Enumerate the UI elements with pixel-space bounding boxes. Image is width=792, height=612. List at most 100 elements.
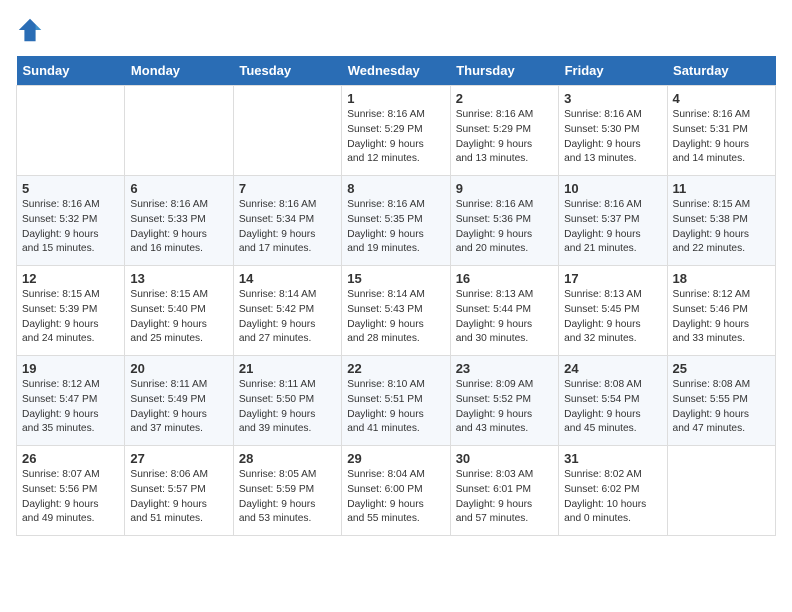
day-number: 13 [130, 271, 227, 286]
day-detail: Sunrise: 8:13 AM Sunset: 5:45 PM Dayligh… [564, 288, 661, 347]
weekday-header-thursday: Thursday [450, 56, 558, 86]
day-detail: Sunrise: 8:16 AM Sunset: 5:29 PM Dayligh… [456, 108, 553, 167]
calendar-cell-2-3: 15 Sunrise: 8:14 AM Sunset: 5:43 PM Dayli… [342, 266, 450, 356]
day-number: 27 [130, 451, 227, 466]
day-number: 26 [22, 451, 119, 466]
weekday-header-sunday: Sunday [17, 56, 125, 86]
weekday-header-monday: Monday [125, 56, 233, 86]
calendar-cell-1-1: 6 Sunrise: 8:16 AM Sunset: 5:33 PM Daylig… [125, 176, 233, 266]
day-detail: Sunrise: 8:15 AM Sunset: 5:40 PM Dayligh… [130, 288, 227, 347]
day-detail: Sunrise: 8:16 AM Sunset: 5:31 PM Dayligh… [673, 108, 770, 167]
day-number: 22 [347, 361, 444, 376]
day-number: 7 [239, 181, 336, 196]
day-detail: Sunrise: 8:16 AM Sunset: 5:36 PM Dayligh… [456, 198, 553, 257]
day-detail: Sunrise: 8:16 AM Sunset: 5:33 PM Dayligh… [130, 198, 227, 257]
day-number: 3 [564, 91, 661, 106]
calendar-cell-0-5: 3Sunrise: 8:16 AM Sunset: 5:30 PM Daylig… [559, 86, 667, 176]
calendar-cell-3-2: 21 Sunrise: 8:11 AM Sunset: 5:50 PM Dayli… [233, 356, 341, 446]
day-detail: Sunrise: 8:16 AM Sunset: 5:34 PM Dayligh… [239, 198, 336, 257]
day-number: 9 [456, 181, 553, 196]
day-detail: Sunrise: 8:15 AM Sunset: 5:38 PM Dayligh… [673, 198, 770, 257]
day-detail: Sunrise: 8:11 AM Sunset: 5:50 PM Dayligh… [239, 378, 336, 437]
day-detail: Sunrise: 8:11 AM Sunset: 5:49 PM Dayligh… [130, 378, 227, 437]
calendar-cell-3-4: 23 Sunrise: 8:09 AM Sunset: 5:52 PM Dayli… [450, 356, 558, 446]
day-detail: Sunrise: 8:16 AM Sunset: 5:35 PM Dayligh… [347, 198, 444, 257]
calendar-cell-1-5: 10 Sunrise: 8:16 AM Sunset: 5:37 PM Dayli… [559, 176, 667, 266]
calendar-cell-2-4: 16 Sunrise: 8:13 AM Sunset: 5:44 PM Dayli… [450, 266, 558, 356]
calendar-cell-3-0: 19Sunrise: 8:12 AM Sunset: 5:47 PM Dayli… [17, 356, 125, 446]
calendar-cell-2-1: 13 Sunrise: 8:15 AM Sunset: 5:40 PM Dayli… [125, 266, 233, 356]
calendar-cell-3-3: 22 Sunrise: 8:10 AM Sunset: 5:51 PM Dayli… [342, 356, 450, 446]
day-detail: Sunrise: 8:05 AM Sunset: 5:59 PM Dayligh… [239, 468, 336, 527]
logo-icon [16, 16, 44, 44]
day-detail: Sunrise: 8:12 AM Sunset: 5:46 PM Dayligh… [673, 288, 770, 347]
day-number: 6 [130, 181, 227, 196]
calendar-cell-1-2: 7 Sunrise: 8:16 AM Sunset: 5:34 PM Daylig… [233, 176, 341, 266]
day-number: 14 [239, 271, 336, 286]
calendar-cell-1-0: 5 Sunrise: 8:16 AM Sunset: 5:32 PM Daylig… [17, 176, 125, 266]
calendar-cell-0-6: 4 Sunrise: 8:16 AM Sunset: 5:31 PM Daylig… [667, 86, 775, 176]
calendar-cell-0-0 [17, 86, 125, 176]
calendar-cell-2-6: 18 Sunrise: 8:12 AM Sunset: 5:46 PM Dayli… [667, 266, 775, 356]
day-number: 12 [22, 271, 119, 286]
calendar-table: SundayMondayTuesdayWednesdayThursdayFrid… [16, 56, 776, 536]
weekday-header-friday: Friday [559, 56, 667, 86]
day-number: 20 [130, 361, 227, 376]
day-number: 15 [347, 271, 444, 286]
calendar-cell-1-3: 8 Sunrise: 8:16 AM Sunset: 5:35 PM Daylig… [342, 176, 450, 266]
calendar-cell-2-2: 14 Sunrise: 8:14 AM Sunset: 5:42 PM Dayli… [233, 266, 341, 356]
calendar-cell-4-3: 29 Sunrise: 8:04 AM Sunset: 6:00 PM Dayli… [342, 446, 450, 536]
day-detail: Sunrise: 8:10 AM Sunset: 5:51 PM Dayligh… [347, 378, 444, 437]
day-number: 18 [673, 271, 770, 286]
day-detail: Sunrise: 8:15 AM Sunset: 5:39 PM Dayligh… [22, 288, 119, 347]
day-number: 17 [564, 271, 661, 286]
day-detail: Sunrise: 8:08 AM Sunset: 5:55 PM Dayligh… [673, 378, 770, 437]
calendar-cell-0-3: 1 Sunrise: 8:16 AM Sunset: 5:29 PM Daylig… [342, 86, 450, 176]
calendar-cell-0-4: 2 Sunrise: 8:16 AM Sunset: 5:29 PM Daylig… [450, 86, 558, 176]
calendar-cell-4-2: 28Sunrise: 8:05 AM Sunset: 5:59 PM Dayli… [233, 446, 341, 536]
day-number: 25 [673, 361, 770, 376]
day-detail: Sunrise: 8:16 AM Sunset: 5:37 PM Dayligh… [564, 198, 661, 257]
calendar-cell-2-5: 17 Sunrise: 8:13 AM Sunset: 5:45 PM Dayli… [559, 266, 667, 356]
day-number: 4 [673, 91, 770, 106]
day-number: 24 [564, 361, 661, 376]
day-number: 21 [239, 361, 336, 376]
day-detail: Sunrise: 8:16 AM Sunset: 5:29 PM Dayligh… [347, 108, 444, 167]
day-number: 10 [564, 181, 661, 196]
calendar-cell-2-0: 12 Sunrise: 8:15 AM Sunset: 5:39 PM Dayli… [17, 266, 125, 356]
page-header [16, 16, 776, 44]
calendar-cell-4-0: 26 Sunrise: 8:07 AM Sunset: 5:56 PM Dayli… [17, 446, 125, 536]
calendar-cell-4-5: 31 Sunrise: 8:02 AM Sunset: 6:02 PM Dayli… [559, 446, 667, 536]
calendar-cell-4-1: 27 Sunrise: 8:06 AM Sunset: 5:57 PM Dayli… [125, 446, 233, 536]
weekday-header-wednesday: Wednesday [342, 56, 450, 86]
day-detail: Sunrise: 8:16 AM Sunset: 5:32 PM Dayligh… [22, 198, 119, 257]
calendar-cell-0-2 [233, 86, 341, 176]
calendar-cell-1-4: 9 Sunrise: 8:16 AM Sunset: 5:36 PM Daylig… [450, 176, 558, 266]
day-number: 11 [673, 181, 770, 196]
weekday-header-tuesday: Tuesday [233, 56, 341, 86]
day-number: 8 [347, 181, 444, 196]
day-detail: Sunrise: 8:14 AM Sunset: 5:43 PM Dayligh… [347, 288, 444, 347]
day-number: 29 [347, 451, 444, 466]
calendar-cell-0-1 [125, 86, 233, 176]
day-number: 16 [456, 271, 553, 286]
day-detail: Sunrise: 8:07 AM Sunset: 5:56 PM Dayligh… [22, 468, 119, 527]
day-number: 31 [564, 451, 661, 466]
logo [16, 16, 48, 44]
day-detail: Sunrise: 8:14 AM Sunset: 5:42 PM Dayligh… [239, 288, 336, 347]
day-detail: Sunrise: 8:13 AM Sunset: 5:44 PM Dayligh… [456, 288, 553, 347]
day-detail: Sunrise: 8:04 AM Sunset: 6:00 PM Dayligh… [347, 468, 444, 527]
calendar-cell-1-6: 11 Sunrise: 8:15 AM Sunset: 5:38 PM Dayli… [667, 176, 775, 266]
day-detail: Sunrise: 8:09 AM Sunset: 5:52 PM Dayligh… [456, 378, 553, 437]
day-number: 23 [456, 361, 553, 376]
calendar-cell-3-1: 20 Sunrise: 8:11 AM Sunset: 5:49 PM Dayli… [125, 356, 233, 446]
day-number: 5 [22, 181, 119, 196]
day-detail: Sunrise: 8:06 AM Sunset: 5:57 PM Dayligh… [130, 468, 227, 527]
day-detail: Sunrise: 8:03 AM Sunset: 6:01 PM Dayligh… [456, 468, 553, 527]
day-number: 2 [456, 91, 553, 106]
day-number: 30 [456, 451, 553, 466]
day-detail: Sunrise: 8:02 AM Sunset: 6:02 PM Dayligh… [564, 468, 661, 527]
day-detail: Sunrise: 8:08 AM Sunset: 5:54 PM Dayligh… [564, 378, 661, 437]
day-number: 1 [347, 91, 444, 106]
calendar-cell-3-6: 25 Sunrise: 8:08 AM Sunset: 5:55 PM Dayli… [667, 356, 775, 446]
